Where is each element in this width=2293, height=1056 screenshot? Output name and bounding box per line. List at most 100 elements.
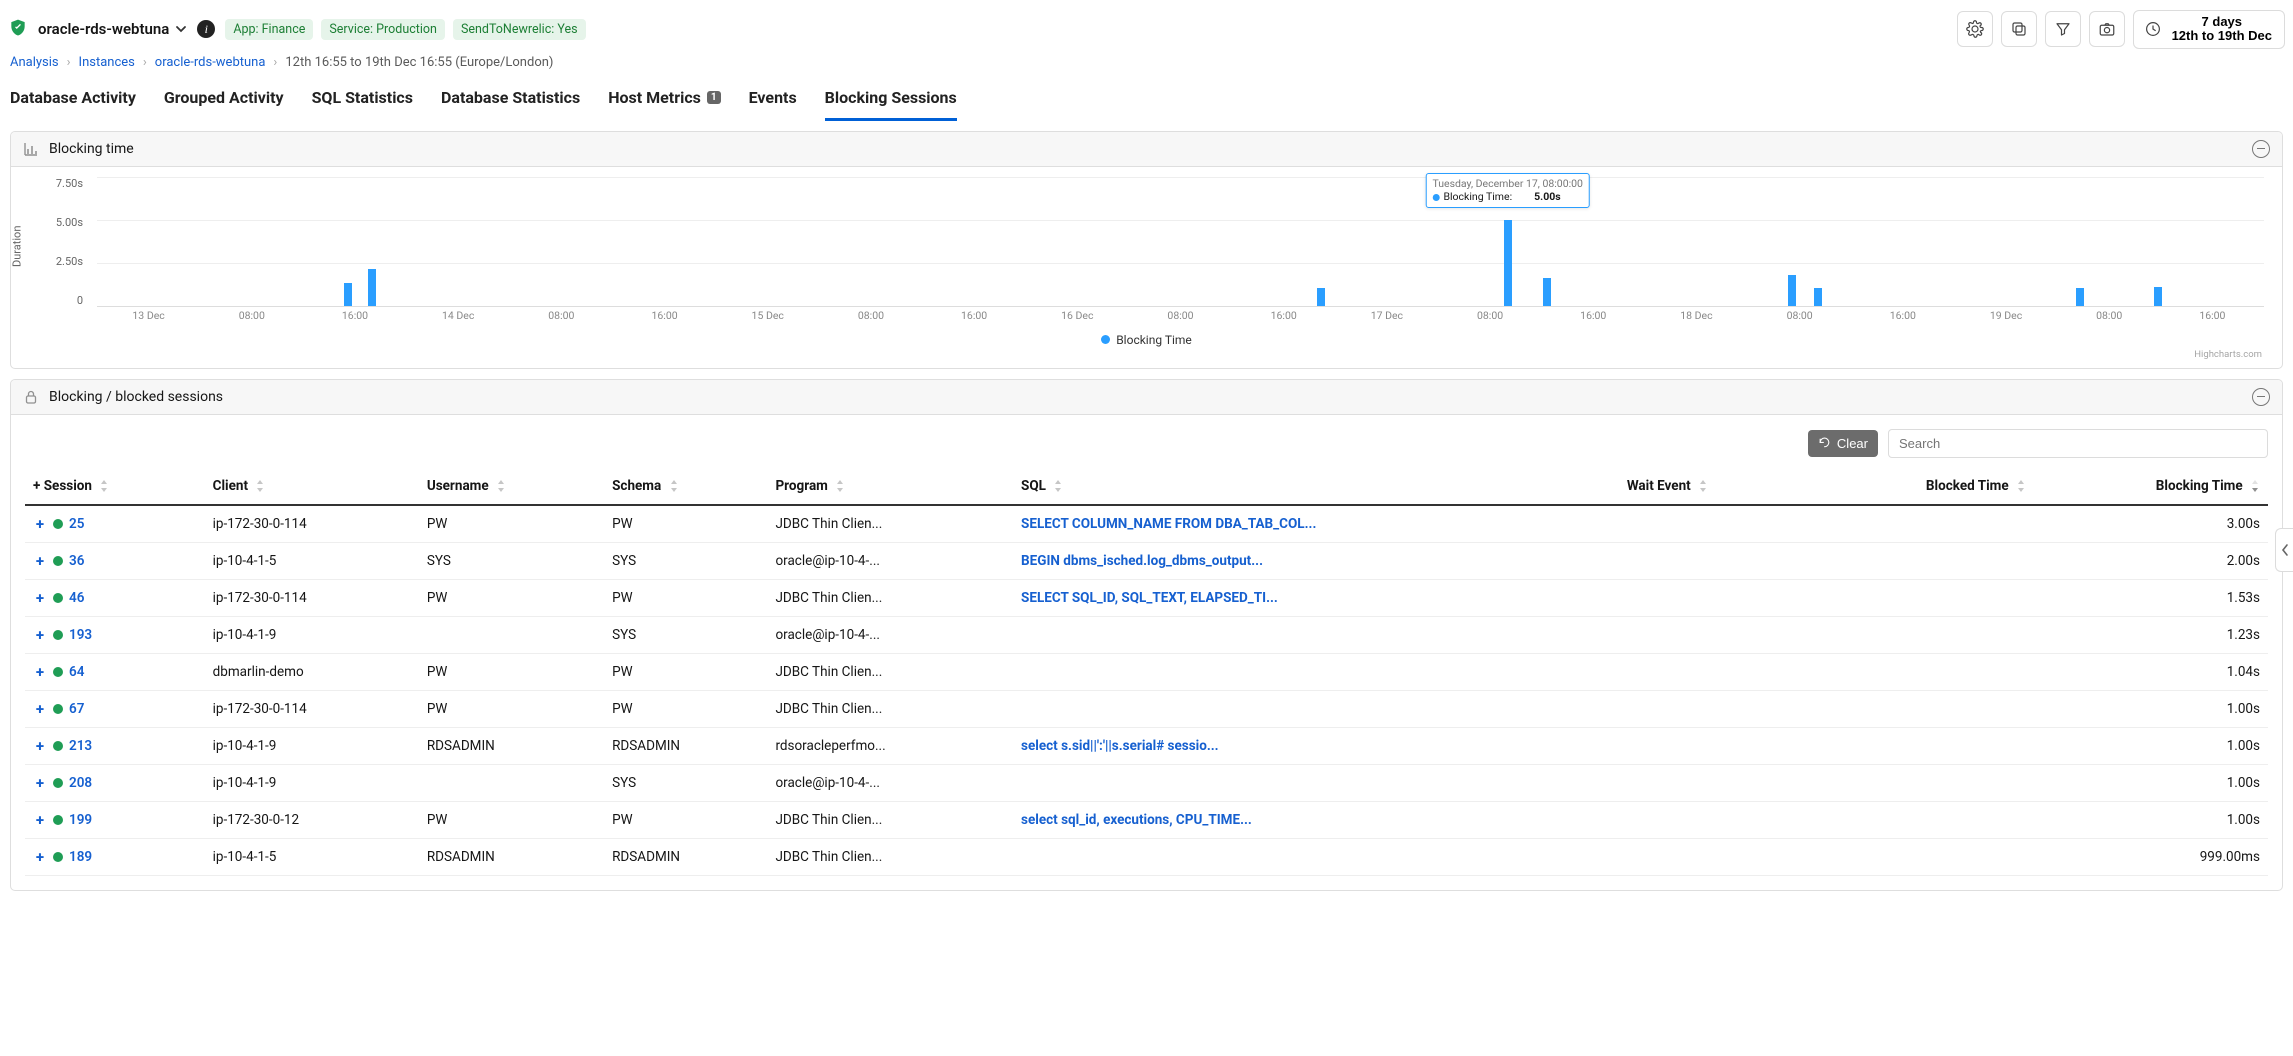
expand-row-button[interactable]: +	[33, 663, 47, 681]
tab-host-metrics[interactable]: Host Metrics1	[608, 80, 720, 121]
sql-link[interactable]: SELECT COLUMN_NAME FROM DBA_TAB_COL...	[1021, 516, 1316, 532]
expand-row-button[interactable]: +	[33, 848, 47, 866]
cell-client: ip-10-4-1-9	[205, 616, 419, 653]
session-link[interactable]: 193	[69, 627, 92, 643]
expand-row-button[interactable]: +	[33, 515, 47, 533]
side-expand-tab[interactable]	[2275, 528, 2293, 572]
cell-program: rdsoracleperfmo...	[767, 727, 1013, 764]
sort-icon	[1053, 480, 1063, 492]
col-blocked-time[interactable]: Blocked Time	[1808, 468, 2034, 505]
search-input[interactable]	[1888, 429, 2268, 458]
expand-all[interactable]: +	[33, 478, 40, 494]
legend-label: Blocking Time	[1116, 333, 1192, 347]
tab-events[interactable]: Events	[749, 80, 797, 121]
expand-row-button[interactable]: +	[33, 700, 47, 718]
info-icon[interactable]: i	[197, 20, 215, 38]
cell-username	[419, 764, 604, 801]
status-dot-icon	[53, 667, 63, 677]
expand-row-button[interactable]: +	[33, 737, 47, 755]
crumb-instance[interactable]: oracle-rds-webtuna	[155, 55, 266, 70]
col-blocking-time[interactable]: Blocking Time	[2034, 468, 2268, 505]
chart-bar[interactable]	[1814, 288, 1822, 305]
col-client[interactable]: Client	[205, 468, 419, 505]
cell-wait-event	[1619, 838, 1808, 875]
sort-icon	[2016, 480, 2026, 492]
cell-schema: RDSADMIN	[604, 838, 767, 875]
bar-chart-icon	[23, 141, 39, 157]
col-session[interactable]: + Session	[25, 468, 205, 505]
sort-icon	[99, 480, 109, 492]
chevron-right-icon: ›	[273, 55, 277, 70]
cell-wait-event	[1619, 505, 1808, 543]
collapse-panel-button[interactable]	[2252, 140, 2270, 158]
x-tick: 18 Dec	[1680, 309, 1712, 322]
session-link[interactable]: 67	[69, 701, 84, 717]
session-link[interactable]: 199	[69, 812, 92, 828]
col-username[interactable]: Username	[419, 468, 604, 505]
copy-button[interactable]	[2001, 11, 2037, 47]
y-axis: 7.50s5.00s2.50s0	[25, 177, 89, 307]
sql-link[interactable]: select s.sid||':'||s.serial# sessio...	[1021, 738, 1219, 754]
expand-row-button[interactable]: +	[33, 626, 47, 644]
status-dot-icon	[53, 630, 63, 640]
chart-area[interactable]: Duration 7.50s5.00s2.50s0 Tuesday, Decem…	[11, 167, 2282, 368]
time-range-button[interactable]: 7 days 12th to 19th Dec	[2133, 10, 2285, 49]
chart-bar[interactable]	[1543, 278, 1551, 306]
sql-link[interactable]: SELECT SQL_ID, SQL_TEXT, ELAPSED_TI...	[1021, 590, 1278, 606]
cell-client: ip-172-30-0-12	[205, 801, 419, 838]
crumb-instances[interactable]: Instances	[79, 55, 135, 70]
filter-button[interactable]	[2045, 11, 2081, 47]
chart-bar[interactable]	[368, 269, 376, 305]
cell-blocked-time	[1808, 764, 2034, 801]
settings-button[interactable]	[1957, 11, 1993, 47]
cell-blocked-time	[1808, 690, 2034, 727]
cell-wait-event	[1619, 653, 1808, 690]
col-wait-event[interactable]: Wait Event	[1619, 468, 1808, 505]
crumb-analysis[interactable]: Analysis	[10, 55, 59, 70]
chart-bar[interactable]	[344, 283, 352, 305]
session-link[interactable]: 189	[69, 849, 92, 865]
cell-wait-event	[1619, 616, 1808, 653]
sql-link[interactable]: BEGIN dbms_isched.log_dbms_output...	[1021, 553, 1263, 569]
chart-bar[interactable]	[1504, 220, 1512, 306]
x-tick: 16:00	[1580, 309, 1606, 322]
tab-blocking-sessions[interactable]: Blocking Sessions	[825, 80, 957, 121]
expand-row-button[interactable]: +	[33, 774, 47, 792]
expand-row-button[interactable]: +	[33, 811, 47, 829]
session-link[interactable]: 208	[69, 775, 92, 791]
cell-schema: PW	[604, 801, 767, 838]
cell-blocking-time: 1.23s	[2034, 616, 2268, 653]
col-sql[interactable]: SQL	[1013, 468, 1619, 505]
chart-bar[interactable]	[1788, 275, 1796, 306]
cell-blocked-time	[1808, 653, 2034, 690]
chart-bar[interactable]	[2076, 288, 2084, 305]
col-program[interactable]: Program	[767, 468, 1013, 505]
expand-row-button[interactable]: +	[33, 552, 47, 570]
tab-grouped-activity[interactable]: Grouped Activity	[164, 80, 284, 121]
chart-bar[interactable]	[2154, 287, 2162, 306]
session-link[interactable]: 213	[69, 738, 92, 754]
session-link[interactable]: 64	[69, 664, 84, 680]
clear-label: Clear	[1837, 436, 1868, 451]
y-tick: 2.50s	[25, 255, 89, 268]
status-dot-icon	[53, 593, 63, 603]
tab-database-statistics[interactable]: Database Statistics	[441, 80, 580, 121]
tab-sql-statistics[interactable]: SQL Statistics	[312, 80, 413, 121]
col-schema[interactable]: Schema	[604, 468, 767, 505]
tab-database-activity[interactable]: Database Activity	[10, 80, 136, 121]
chart-legend[interactable]: Blocking Time	[25, 327, 2268, 349]
chart-bar[interactable]	[1317, 288, 1325, 305]
panel-header: Blocking time	[11, 132, 2282, 167]
instance-selector[interactable]: oracle-rds-webtuna	[38, 20, 187, 38]
session-link[interactable]: 25	[69, 516, 84, 532]
cell-sql: select s.sid||':'||s.serial# sessio...	[1013, 727, 1619, 764]
table-row: +36ip-10-4-1-5SYSSYSoracle@ip-10-4-...BE…	[25, 542, 2268, 579]
sql-link[interactable]: select sql_id, executions, CPU_TIME...	[1021, 812, 1252, 828]
sort-icon	[1698, 480, 1708, 492]
session-link[interactable]: 46	[69, 590, 84, 606]
clear-button[interactable]: Clear	[1808, 430, 1878, 457]
expand-row-button[interactable]: +	[33, 589, 47, 607]
collapse-panel-button[interactable]	[2252, 388, 2270, 406]
snapshot-button[interactable]	[2089, 11, 2125, 47]
session-link[interactable]: 36	[69, 553, 84, 569]
